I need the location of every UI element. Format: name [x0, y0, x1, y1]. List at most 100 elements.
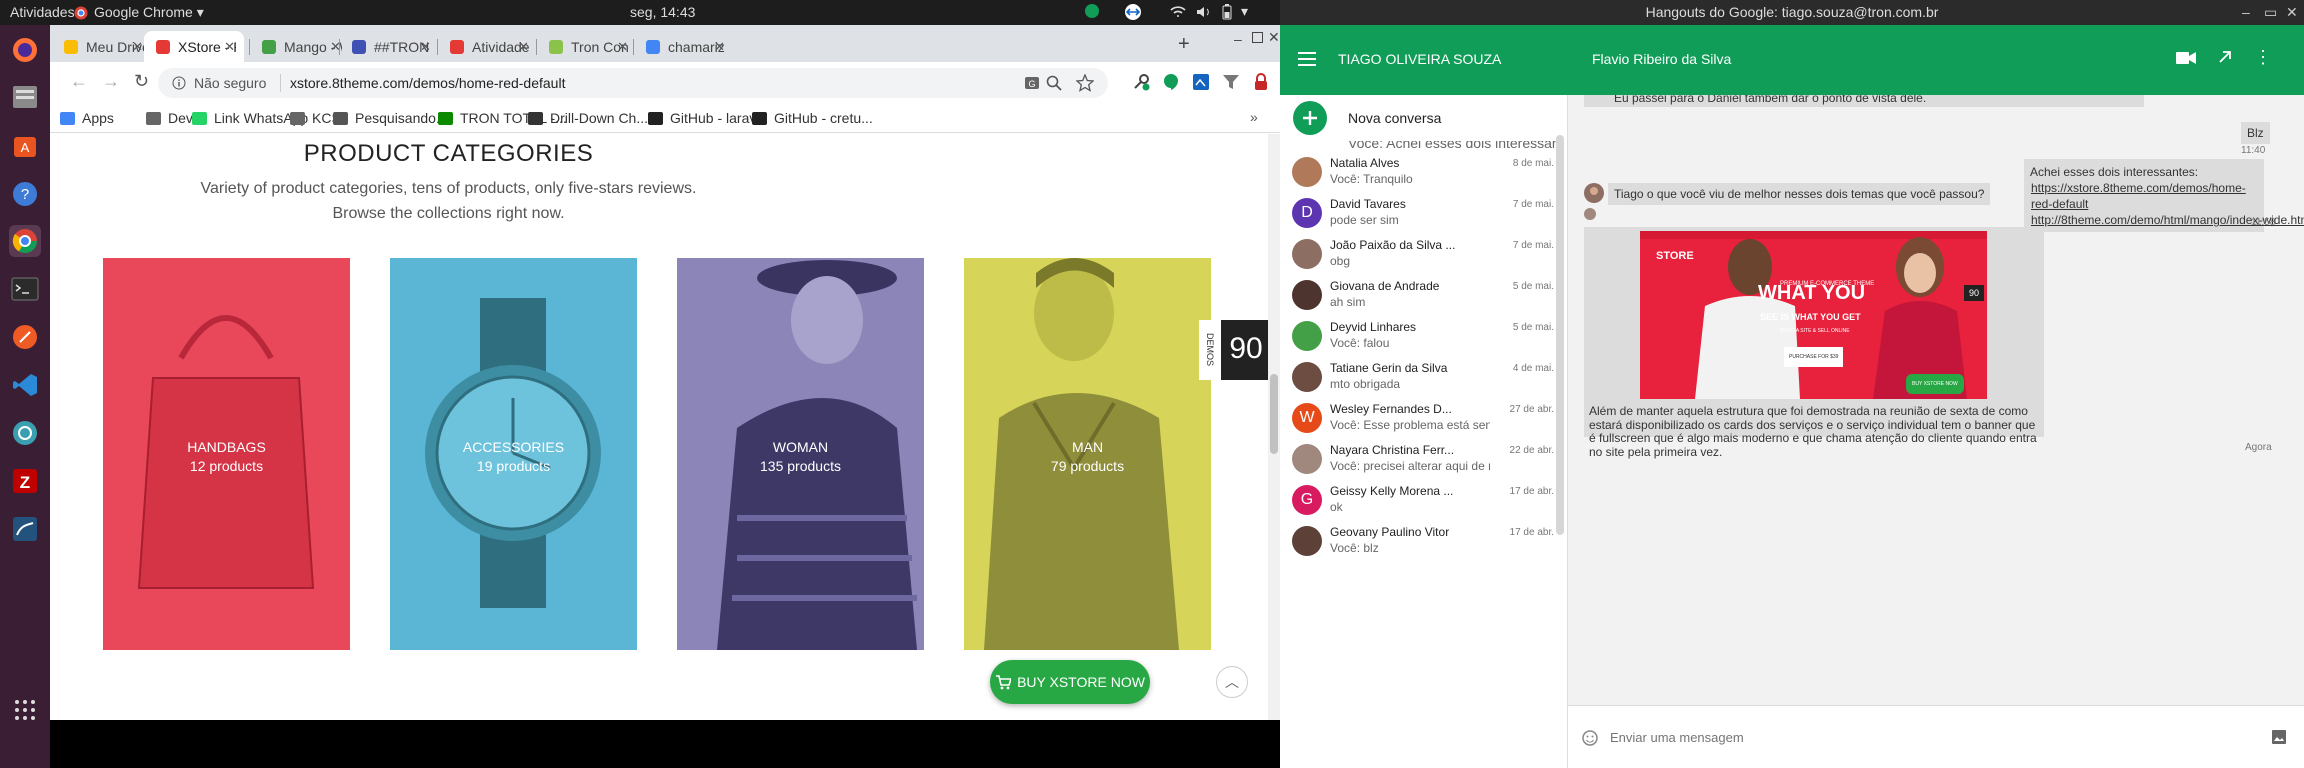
workbench-icon[interactable]	[9, 513, 41, 545]
app-menu[interactable]: Google Chrome ▾	[74, 4, 204, 21]
hangouts-restore-icon[interactable]: ▭	[2264, 0, 2277, 25]
conversation-last-message: ah sim	[1330, 295, 1366, 309]
scroll-to-top-button[interactable]: ︿	[1216, 666, 1248, 698]
tab-6[interactable]: chamariz - P✕	[634, 31, 734, 62]
category-card-woman[interactable]: WOMAN 135 products	[677, 258, 924, 650]
system-menu-icon[interactable]: ▾	[1241, 3, 1248, 20]
close-tab-icon[interactable]: ✕	[132, 39, 143, 55]
conversation-avatar	[1292, 280, 1322, 310]
conversation-date: 17 de abr.	[1509, 527, 1554, 538]
popout-icon[interactable]	[2218, 50, 2232, 64]
conversation-avatar	[1292, 444, 1322, 474]
buy-xstore-button[interactable]: BUY XSTORE NOW	[990, 660, 1150, 704]
bookmark-star-icon[interactable]	[1076, 74, 1094, 92]
close-tab-icon[interactable]: ✕	[224, 39, 235, 55]
chat-menu-icon[interactable]: ⋮	[2254, 47, 2272, 68]
url-text[interactable]: xstore.8theme.com/demos/home-red-default	[290, 75, 565, 91]
demos-widget[interactable]: DEMOS 90	[1199, 320, 1268, 380]
firefox-icon[interactable]	[9, 34, 41, 66]
video-call-icon[interactable]	[2176, 51, 2196, 65]
bookmark-item[interactable]: Pesquisando...	[333, 110, 448, 126]
scrollbar-thumb[interactable]	[1270, 374, 1278, 454]
hangouts-minimize-icon[interactable]: –	[2242, 0, 2250, 25]
conversation-item[interactable]: Geovany Paulino Vitor 17 de abr. Você: blz	[1280, 525, 1567, 585]
files-icon[interactable]	[9, 81, 41, 113]
page-scrollbar[interactable]	[1268, 134, 1280, 720]
conversation-name: João Paixão da Silva ...	[1330, 238, 1456, 252]
clock[interactable]: seg, 14:43	[630, 4, 695, 20]
close-tab-icon[interactable]: ✕	[617, 39, 628, 55]
lastpass-extension-icon[interactable]	[1252, 73, 1270, 91]
close-tab-icon[interactable]: ✕	[518, 39, 529, 55]
conversation-scrollbar[interactable]	[1556, 135, 1564, 535]
attach-image-icon[interactable]	[2272, 730, 2286, 744]
close-tab-icon[interactable]: ✕	[420, 39, 431, 55]
category-card-handbags[interactable]: HANDBAGS 12 products	[103, 258, 350, 650]
bookmark-item[interactable]: GitHub - larav...	[648, 110, 767, 126]
hangouts-extension-icon[interactable]	[1162, 73, 1180, 91]
tab-0[interactable]: Meu Drive - G✕	[52, 31, 152, 62]
tab-2[interactable]: Mango - Wid✕	[250, 31, 350, 62]
teamviewer-icon[interactable]	[1124, 3, 1142, 21]
bookmark-item[interactable]: Apps	[60, 110, 114, 126]
conversation-last-message: Você: precisei alterar aqui de nov	[1330, 459, 1490, 473]
category-card-man[interactable]: MAN 79 products	[964, 258, 1211, 650]
chrome-dock-icon[interactable]	[9, 225, 41, 257]
message-link-xstore[interactable]: https://xstore.8theme.com/demos/home-red…	[2031, 181, 2246, 211]
bookmark-label: GitHub - cretu...	[774, 110, 873, 126]
demos-label: DEMOS	[1199, 320, 1221, 380]
bookmarks-bar: Apps Dev Link WhatsApp KCS Pesquisando... TRO…	[50, 103, 1280, 133]
bookmark-icon	[60, 111, 75, 125]
volume-icon[interactable]	[1196, 5, 1212, 19]
store-preview-image[interactable]: STORE PREMIUM E-COMMERCE THEME WHAT YOU …	[1640, 231, 1987, 399]
message-input[interactable]	[1610, 726, 2210, 748]
tab-1[interactable]: XStore - Res✕	[144, 31, 244, 62]
category-card-accessories[interactable]: ACCESSORIES 19 products	[390, 258, 637, 650]
extension-key-icon[interactable]	[1132, 73, 1150, 91]
hangouts-close-icon[interactable]: ✕	[2286, 0, 2298, 25]
conversation-avatar: G	[1292, 485, 1322, 515]
close-tab-icon[interactable]: ✕	[714, 39, 725, 55]
hangouts-header: TIAGO OLIVEIRA SOUZA Flavio Ribeiro da S…	[1280, 25, 2304, 95]
network-icon[interactable]	[9, 417, 41, 449]
maximize-button[interactable]	[1252, 32, 1263, 43]
help-icon[interactable]: ?	[9, 178, 41, 210]
software-center-icon[interactable]: A	[9, 129, 41, 161]
vscode-icon[interactable]	[9, 369, 41, 401]
hamburger-menu-icon[interactable]	[1298, 52, 1316, 66]
filter-extension-icon[interactable]	[1222, 73, 1240, 91]
activities-button[interactable]: Atividades	[10, 4, 75, 20]
bookmark-item[interactable]: Dev	[146, 110, 193, 126]
favicon-icon	[156, 39, 170, 54]
chat-contact-name[interactable]: Flavio Ribeiro da Silva	[1592, 51, 1731, 67]
wifi-icon[interactable]	[1170, 5, 1186, 19]
tab-4[interactable]: Atividade In✕	[438, 31, 538, 62]
emoji-icon[interactable]	[1582, 730, 1598, 746]
zoom-icon[interactable]	[1046, 75, 1062, 91]
filezilla-icon[interactable]: Z	[9, 465, 41, 497]
info-icon[interactable]	[172, 76, 186, 90]
terminal-icon[interactable]	[9, 273, 41, 305]
screenshot-extension-icon[interactable]	[1192, 73, 1210, 91]
address-bar[interactable]: Não seguro xstore.8theme.com/demos/home-…	[158, 68, 1108, 98]
forward-button[interactable]: →	[102, 71, 120, 92]
back-button[interactable]: ←	[70, 71, 88, 92]
status-indicator-icon[interactable]	[1084, 3, 1100, 19]
tab-5[interactable]: Tron Connec✕	[537, 31, 637, 62]
translate-icon[interactable]: G	[1024, 75, 1040, 91]
bookmark-item[interactable]: GitHub - cretu...	[752, 110, 873, 126]
close-window-button[interactable]: ✕	[1268, 29, 1280, 46]
preview-small-text: BUILD A SITE & SELL ONLINE	[1780, 328, 1850, 334]
new-conversation-button[interactable]: Nova conversa	[1280, 95, 1567, 141]
more-bookmarks-icon[interactable]: »	[1250, 109, 1258, 125]
show-apps-icon[interactable]	[9, 694, 41, 726]
battery-icon[interactable]	[1222, 4, 1232, 20]
bookmark-item[interactable]: Drill-Down Ch...	[528, 110, 648, 126]
tab-3[interactable]: ##TRON SE✕	[340, 31, 440, 62]
bookmark-icon	[192, 111, 207, 125]
conversation-date: 27 de abr.	[1509, 404, 1554, 415]
reload-button[interactable]: ↻	[134, 71, 149, 92]
minimize-button[interactable]: –	[1234, 31, 1242, 47]
postman-icon[interactable]	[9, 321, 41, 353]
new-tab-button[interactable]: +	[1178, 33, 1190, 56]
